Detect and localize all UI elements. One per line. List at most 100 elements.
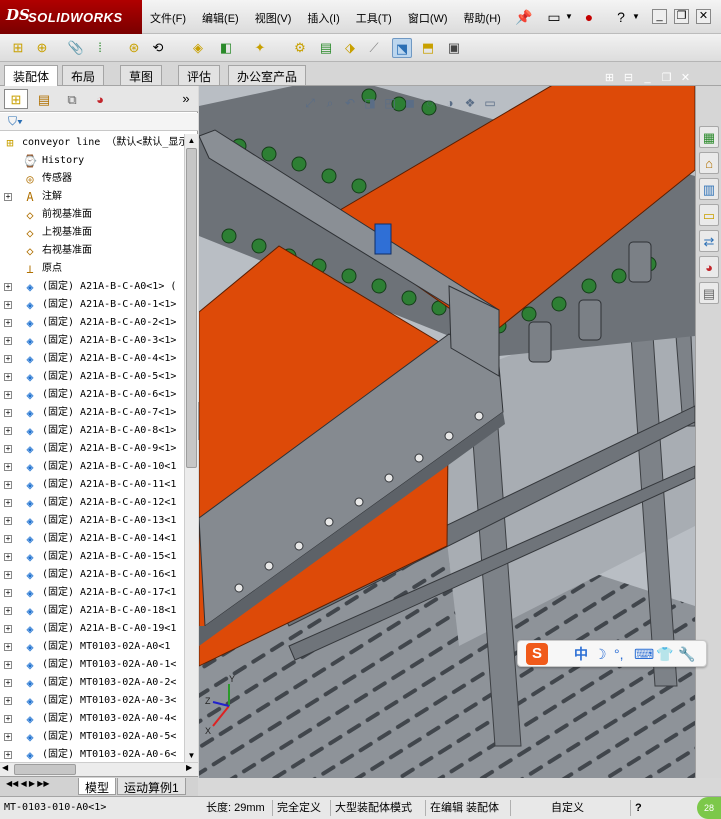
expand-icon[interactable]: + (4, 661, 12, 669)
help-chevron-icon[interactable]: ▼ (627, 8, 645, 26)
status-units[interactable]: 自定义 (510, 800, 620, 816)
expand-icon[interactable]: + (4, 499, 12, 507)
hide-show-icon[interactable]: ◌ (420, 93, 440, 113)
expand-icon[interactable]: + (4, 697, 12, 705)
file-explorer-icon[interactable]: ▭ (699, 204, 719, 226)
menu-tools[interactable]: 工具(T) (356, 10, 392, 26)
tree-item-component[interactable]: + ◈ (固定) A21A-B-C-A0<1> ( (0, 278, 184, 296)
menu-help[interactable]: 帮助(H) (464, 10, 501, 26)
viewport-restore-icon[interactable]: ❐ (657, 72, 676, 86)
pushpin-icon[interactable]: 📌 (515, 8, 533, 26)
tree-item-component[interactable]: + ◈ (固定) A21A-B-C-A0-9<1> (0, 440, 184, 458)
tree-item-component[interactable]: + ◈ (固定) A21A-B-C-A0-13<1 (0, 512, 184, 530)
display-style-icon[interactable]: ◼ (400, 93, 420, 113)
view-settings-icon[interactable]: ▭ (480, 93, 500, 113)
tree-item-system[interactable]: ◇ 上视基准面 (0, 224, 184, 242)
scroll-left-icon[interactable]: ◀ (2, 763, 8, 772)
bill-of-materials-icon[interactable]: ▤ (316, 38, 336, 58)
settings-wrench-icon[interactable]: 🔧 (678, 645, 695, 663)
previous-view-icon[interactable]: ↶ (340, 93, 360, 113)
tab-model[interactable]: 模型 (78, 778, 117, 795)
close-button[interactable]: ✕ (696, 9, 711, 24)
appearances-scenes-icon[interactable]: ◕ (699, 256, 719, 278)
expand-icon[interactable]: + (4, 517, 12, 525)
vertical-scrollbar[interactable]: ▲ ▼ (184, 134, 198, 762)
expand-icon[interactable]: + (4, 733, 12, 741)
menu-view[interactable]: 视图(V) (255, 10, 292, 26)
zoom-to-fit-icon[interactable]: ⤢ (300, 93, 320, 113)
expand-icon[interactable]: + (4, 535, 12, 543)
tree-item-system[interactable]: ⌚ History (0, 152, 184, 170)
assembly-features-icon[interactable]: ◧ (216, 38, 236, 58)
ime-mode-chinese[interactable]: 中 (574, 645, 588, 663)
new-motion-study-icon[interactable]: ⚙ (290, 38, 310, 58)
viewport-expand-icon[interactable]: ⊞ (600, 72, 619, 86)
chevron-down-icon[interactable]: ▼ (560, 8, 578, 26)
tree-item-system[interactable]: ◇ 右视基准面 (0, 242, 184, 260)
insert-component-icon[interactable]: ⊞ (8, 38, 28, 58)
tab-layout[interactable]: 布局 (62, 65, 105, 85)
tree-item-system[interactable]: ⊥ 原点 (0, 260, 184, 278)
punctuation-icon[interactable]: °, (614, 645, 624, 663)
tree-item-component[interactable]: + ◈ (固定) MT0103-02A-A0-6< (0, 746, 184, 762)
reference-geometry-icon[interactable]: ✦ (250, 38, 270, 58)
tree-item-component[interactable]: + ◈ (固定) A21A-B-C-A0-11<1 (0, 476, 184, 494)
show-hidden-icon[interactable]: ◈ (188, 38, 208, 58)
property-manager-tab-icon[interactable]: ▤ (32, 89, 56, 109)
hscroll-thumb[interactable] (14, 764, 76, 775)
horizontal-scrollbar[interactable]: ◀ ▶ (0, 762, 198, 776)
expand-icon[interactable]: + (4, 193, 12, 201)
expand-icon[interactable]: + (4, 463, 12, 471)
traffic-light-icon[interactable]: ● (580, 8, 598, 26)
tree-item-component[interactable]: + ◈ (固定) A21A-B-C-A0-19<1 (0, 620, 184, 638)
tree-item-component[interactable]: + ◈ (固定) MT0103-02A-A0-4< (0, 710, 184, 728)
filter-icon[interactable]: ⛉▾ (8, 114, 23, 129)
smart-fasteners-icon[interactable]: ⊛ (124, 38, 144, 58)
appearance-icon[interactable]: ◑ (440, 93, 460, 113)
tree-item-component[interactable]: + ◈ (固定) A21A-B-C-A0-15<1 (0, 548, 184, 566)
home-icon[interactable]: ⌂ (699, 152, 719, 174)
sogou-logo-icon[interactable]: S (526, 643, 548, 665)
tab-assembly[interactable]: 装配体 (4, 65, 59, 87)
tree-item-component[interactable]: + ◈ (固定) A21A-B-C-A0-1<1> (0, 296, 184, 314)
linear-pattern-icon[interactable]: ⁞ (90, 38, 110, 58)
explode-line-icon[interactable]: ⟋ (364, 38, 384, 58)
tree-item-component[interactable]: + ◈ (固定) MT0103-02A-A0<1 (0, 638, 184, 656)
view-palette-icon[interactable]: ⇄ (699, 230, 719, 252)
expand-icon[interactable]: + (4, 553, 12, 561)
tab-office-products[interactable]: 办公室产品 (228, 65, 307, 85)
scroll-right-icon[interactable]: ▶ (186, 763, 192, 772)
expand-icon[interactable]: + (4, 391, 12, 399)
viewport-minimize-icon[interactable]: _ (638, 72, 657, 86)
view-orientation-icon[interactable]: ◰ (380, 93, 400, 113)
expand-icon[interactable]: + (4, 409, 12, 417)
design-library-icon[interactable]: ▥ (699, 178, 719, 200)
snapshot-icon[interactable]: ▣ (444, 38, 464, 58)
section-view-icon[interactable]: ◨ (360, 93, 380, 113)
tree-item-component[interactable]: + ◈ (固定) A21A-B-C-A0-4<1> (0, 350, 184, 368)
expand-icon[interactable]: + (4, 319, 12, 327)
menu-window[interactable]: 窗口(W) (408, 10, 448, 26)
display-manager-tab-icon[interactable]: ◕ (88, 89, 112, 109)
tab-motion-study[interactable]: 运动算例1 (117, 778, 186, 795)
tree-item-component[interactable]: + ◈ (固定) A21A-B-C-A0-6<1> (0, 386, 184, 404)
viewport-close-icon[interactable]: ✕ (676, 72, 695, 86)
exploded-view-icon[interactable]: ⬗ (340, 38, 360, 58)
solidworks-logo[interactable]: DS SOLIDWORKS (0, 0, 142, 34)
expand-icon[interactable]: + (4, 445, 12, 453)
tree-item-system[interactable]: ◇ 前视基准面 (0, 206, 184, 224)
status-round-badge[interactable]: 28 (697, 797, 721, 819)
expand-icon[interactable]: + (4, 301, 12, 309)
tree-item-component[interactable]: + ◈ (固定) MT0103-02A-A0-5< (0, 728, 184, 746)
feature-manager-tab-icon[interactable]: ⊞ (4, 89, 28, 109)
graphics-area[interactable]: Y X Z (199, 86, 695, 778)
expand-icon[interactable]: + (4, 751, 12, 759)
expand-icon[interactable]: + (4, 643, 12, 651)
expand-icon[interactable]: + (4, 355, 12, 363)
expand-icon[interactable]: + (4, 571, 12, 579)
tab-nav-left-icon[interactable]: ◀◀ ◀ ▶ ▶▶ (6, 779, 50, 788)
tree-item-component[interactable]: + ◈ (固定) MT0103-02A-A0-1< (0, 656, 184, 674)
expand-icon[interactable]: + (4, 679, 12, 687)
solidworks-resources-icon[interactable]: ▦ (699, 126, 719, 148)
tree-item-component[interactable]: + ◈ (固定) MT0103-02A-A0-2< (0, 674, 184, 692)
